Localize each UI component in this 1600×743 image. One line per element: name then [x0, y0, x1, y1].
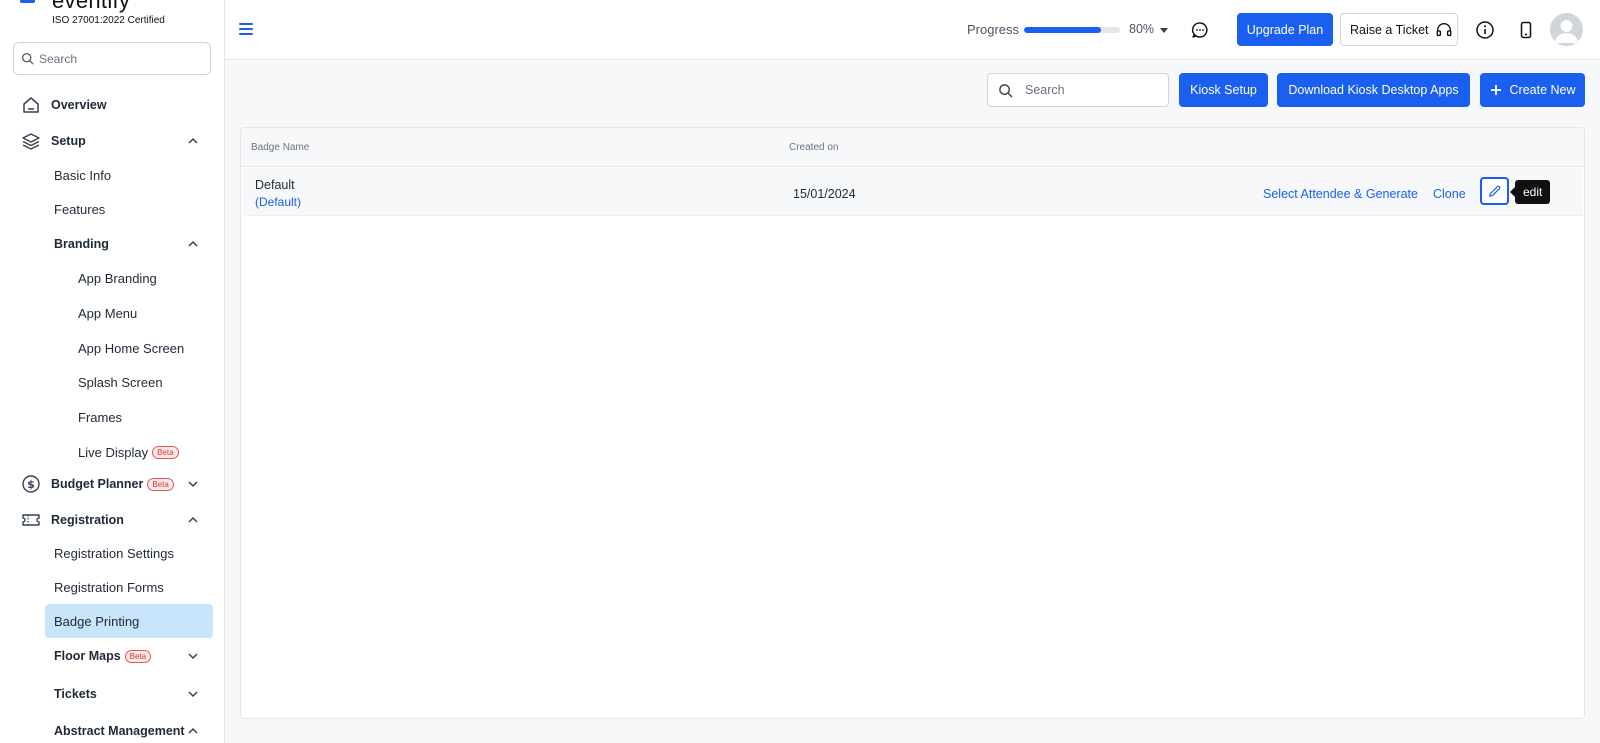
sidebar-search-input[interactable] — [39, 51, 199, 66]
sidebar-item-registration-settings[interactable]: Registration Settings — [0, 543, 224, 563]
dollar-circle-icon: $ — [22, 475, 40, 493]
hamburger-menu-icon[interactable] — [239, 23, 253, 35]
beta-badge: Beta — [124, 649, 152, 663]
progress-percent: 80% — [1129, 22, 1155, 36]
iso-certification: ISO 27001:2022 Certified — [52, 15, 165, 26]
sidebar-item-label: App Branding — [78, 270, 157, 286]
sidebar-item-label: Features — [54, 201, 106, 217]
sidebar-item-badge-printing[interactable]: Badge Printing — [45, 604, 213, 638]
sidebar-item-label: Tickets — [54, 687, 97, 701]
chevron-up-icon — [188, 516, 198, 523]
default-tag: (Default) — [255, 195, 302, 209]
sidebar-item-app-home-screen[interactable]: App Home Screen — [0, 338, 224, 358]
table-header: Badge Name Created on — [241, 128, 1584, 167]
sidebar-item-floor-maps[interactable]: Floor Maps Beta — [0, 646, 224, 666]
mobile-phone-icon[interactable] — [1516, 20, 1536, 40]
badge-search — [987, 73, 1169, 107]
badge-table: Badge Name Created on Default (Default) … — [240, 127, 1585, 719]
progress-dropdown-caret-icon[interactable] — [1160, 28, 1168, 33]
select-attendee-generate-link[interactable]: Select Attendee & Generate — [1263, 187, 1418, 201]
sidebar-item-label: Registration Forms — [54, 579, 164, 595]
sidebar-item-branding[interactable]: Branding — [0, 234, 224, 254]
sidebar-item-tickets[interactable]: Tickets — [0, 684, 224, 704]
upgrade-plan-button[interactable]: Upgrade Plan — [1237, 13, 1333, 46]
sidebar-item-label: Splash Screen — [78, 374, 163, 390]
sidebar-item-label: Registration — [51, 513, 124, 527]
sidebar-item-budget-planner[interactable]: $ Budget Planner Beta — [0, 473, 224, 495]
sidebar-item-label: Badge Printing — [54, 613, 140, 629]
sidebar-item-label: Branding — [54, 237, 109, 251]
progress-label: Progress — [967, 22, 1020, 37]
chevron-up-icon — [188, 137, 198, 144]
sidebar-item-registration[interactable]: Registration — [0, 509, 224, 531]
sidebar-item-app-menu[interactable]: App Menu — [0, 303, 224, 323]
sidebar-item-label: Overview — [51, 98, 107, 112]
sidebar-item-abstract-management[interactable]: Abstract Management — [0, 721, 224, 741]
sidebar-item-label: Abstract Management — [54, 724, 185, 738]
sidebar-item-label: Registration Settings — [54, 545, 174, 561]
user-icon — [1555, 20, 1578, 43]
headset-icon — [1436, 22, 1451, 36]
chevron-up-icon — [188, 240, 198, 247]
sidebar-item-app-branding[interactable]: App Branding — [0, 268, 224, 288]
column-header-created-on: Created on — [789, 142, 839, 153]
brand-logo[interactable]: eventify — [20, 0, 130, 12]
sidebar-item-label: App Home Screen — [78, 340, 185, 356]
edit-button[interactable] — [1480, 177, 1509, 205]
layers-icon — [22, 133, 40, 150]
pencil-icon — [1489, 185, 1501, 197]
eventify-logo-icon — [20, 0, 44, 10]
progress-fill — [1024, 27, 1101, 33]
create-new-label: Create New — [1509, 83, 1576, 97]
info-icon[interactable] — [1475, 20, 1495, 40]
kiosk-setup-button[interactable]: Kiosk Setup — [1179, 73, 1268, 107]
svg-text:$: $ — [27, 478, 35, 491]
sidebar-item-overview[interactable]: Overview — [0, 94, 224, 116]
sidebar-item-label: Frames — [78, 409, 123, 425]
edit-tooltip: edit — [1509, 180, 1551, 204]
sidebar-item-label: Basic Info — [54, 167, 112, 183]
chevron-up-icon — [188, 727, 198, 734]
raise-ticket-button[interactable]: Raise a Ticket — [1340, 13, 1458, 46]
user-avatar[interactable] — [1550, 13, 1583, 46]
chevron-down-icon — [188, 653, 198, 660]
sidebar-item-registration-forms[interactable]: Registration Forms — [0, 577, 224, 597]
progress-bar — [1024, 27, 1120, 33]
download-kiosk-apps-button[interactable]: Download Kiosk Desktop Apps — [1277, 73, 1470, 107]
plus-icon — [1490, 85, 1501, 95]
sidebar-item-label: Floor Maps — [54, 649, 121, 663]
created-on-date: 15/01/2024 — [793, 187, 856, 201]
sidebar-item-live-display[interactable]: Live Display Beta — [0, 442, 224, 462]
create-new-button[interactable]: Create New — [1480, 73, 1585, 107]
raise-ticket-label: Raise a Ticket — [1350, 22, 1429, 37]
sidebar-item-label: Budget Planner — [51, 477, 144, 491]
column-header-badge-name: Badge Name — [251, 142, 310, 153]
search-icon — [21, 52, 34, 65]
sidebar-search — [13, 42, 211, 75]
sidebar-item-frames[interactable]: Frames — [0, 407, 224, 427]
home-icon — [23, 97, 39, 113]
top-header: Progress 80% Upgrade Plan Raise a Ticket — [225, 0, 1600, 60]
chat-bubble-icon[interactable] — [1190, 20, 1210, 40]
sidebar-item-label: Setup — [51, 134, 86, 148]
sidebar-item-label: App Menu — [78, 305, 138, 321]
brand-name: eventify — [52, 0, 131, 13]
chevron-down-icon — [188, 481, 198, 488]
chevron-down-icon — [188, 691, 198, 698]
clone-link[interactable]: Clone — [1433, 187, 1466, 201]
sidebar-item-features[interactable]: Features — [0, 199, 224, 219]
beta-badge: Beta — [147, 477, 174, 491]
badge-search-input[interactable] — [1025, 83, 1165, 97]
sidebar-item-splash-screen[interactable]: Splash Screen — [0, 372, 224, 392]
search-icon — [999, 83, 1013, 97]
sidebar-item-label: Live Display — [78, 444, 149, 460]
sidebar-item-setup[interactable]: Setup — [0, 130, 224, 152]
badge-name: Default — [255, 178, 295, 192]
sidebar: eventify ISO 27001:2022 Certified Overvi… — [0, 0, 225, 743]
table-row: Default (Default) 15/01/2024 Select Atte… — [243, 168, 1583, 216]
sidebar-item-basic-info[interactable]: Basic Info — [0, 165, 224, 185]
beta-badge: Beta — [152, 445, 179, 459]
ticket-icon — [22, 514, 40, 526]
